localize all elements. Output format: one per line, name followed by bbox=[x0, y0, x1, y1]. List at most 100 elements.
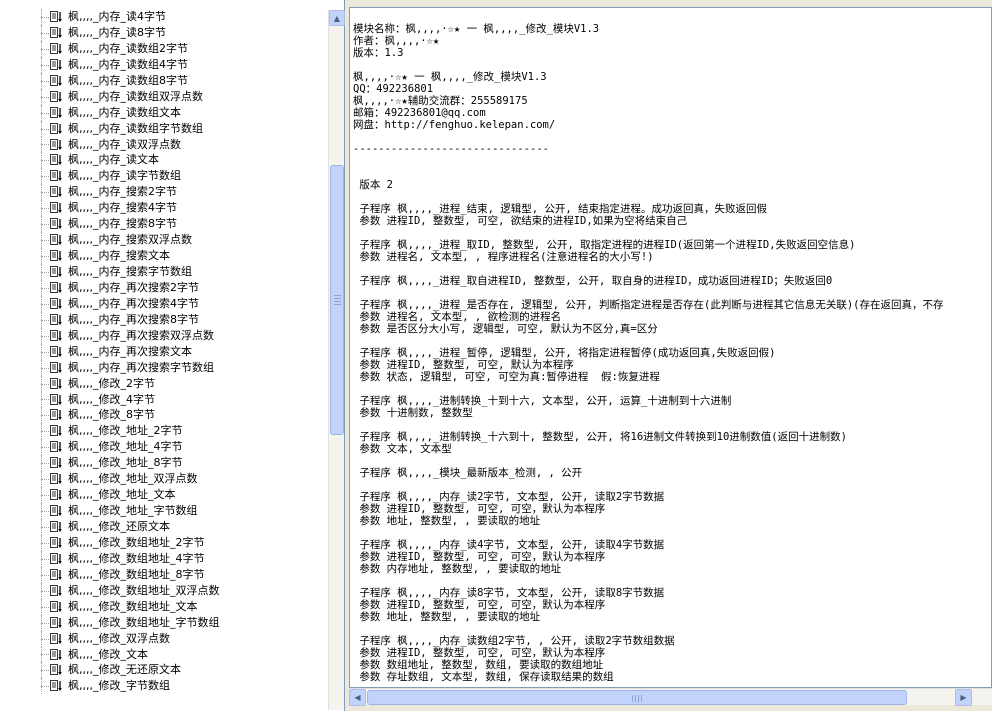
subroutine-doc-icon bbox=[50, 218, 62, 230]
text-line bbox=[353, 479, 991, 491]
tree-item-label: 枫,,,,_修改_数组地址_字节数组 bbox=[68, 615, 220, 629]
tree-item[interactable]: 枫,,,,_内存_读4字节 bbox=[0, 9, 328, 25]
function-tree-pane[interactable]: 枫,,,,_内存_读4字节 枫,,,,_内存_读8字节 枫,,,,_内存_读数组2字… bbox=[0, 0, 345, 711]
tree-item[interactable]: 枫,,,,_内存_搜索2字节 bbox=[0, 184, 328, 201]
tree-item[interactable]: 枫,,,,_修改_地址_字节数组 bbox=[0, 503, 328, 519]
subroutine-doc-icon bbox=[50, 489, 62, 501]
tree-item-label: 枫,,,,_修改_文本 bbox=[68, 647, 148, 661]
tree-item[interactable]: 枫,,,,_内存_搜索4字节 bbox=[0, 200, 328, 217]
tree-item-label: 枫,,,,_修改_地址_双浮点数 bbox=[68, 472, 198, 486]
tree-guide-branch bbox=[41, 447, 49, 449]
tree-item[interactable]: 枫,,,,_内存_读8字节 bbox=[0, 24, 328, 41]
tree-item[interactable]: 枫,,,,_内存_读数组2字节 bbox=[0, 40, 328, 57]
tree-item[interactable]: 枫,,,,_修改_文本 bbox=[0, 646, 328, 663]
tree-item[interactable]: 枫,,,,_修改_数组地址_字节数组 bbox=[0, 614, 328, 631]
tree-scroll-thumb[interactable] bbox=[330, 165, 344, 435]
tree-item[interactable]: 枫,,,,_内存_再次搜索4字节 bbox=[0, 295, 328, 312]
tree-guide-branch bbox=[41, 622, 49, 624]
subroutine-doc-icon bbox=[50, 361, 62, 373]
tree-item[interactable]: 枫,,,,_内存_读数组4字节 bbox=[0, 56, 328, 73]
tree-guide-branch bbox=[41, 271, 49, 273]
subroutine-doc-icon bbox=[50, 266, 62, 277]
subroutine-doc-icon bbox=[50, 616, 62, 628]
text-line: 子程序 枫,,,,_内存_读数组2字节, , 公开, 读取2字节数组数据 bbox=[353, 635, 675, 647]
subroutine-doc-icon bbox=[50, 473, 62, 485]
tree-item[interactable]: 枫,,,,_修改_8字节 bbox=[0, 407, 328, 424]
tree-item[interactable]: 枫,,,,_修改_地址_8字节 bbox=[0, 455, 328, 472]
chevron-right-icon: ▶ bbox=[960, 693, 967, 702]
tree-item-label: 枫,,,,_内存_搜索8字节 bbox=[68, 217, 177, 231]
tree-item[interactable]: 枫,,,,_内存_读数组文本 bbox=[0, 104, 328, 121]
text-line: 参数 进程名, 文本型, , 欲检测的进程名 bbox=[353, 311, 562, 323]
tree-item[interactable]: 枫,,,,_修改_地址_4字节 bbox=[0, 439, 328, 456]
tree-item[interactable]: 枫,,,,_内存_再次搜索8字节 bbox=[0, 311, 328, 328]
tree-item[interactable]: 枫,,,,_内存_搜索8字节 bbox=[0, 216, 328, 233]
text-line bbox=[353, 527, 991, 539]
tree-item[interactable]: 枫,,,,_修改_数组地址_2字节 bbox=[0, 534, 328, 551]
text-line: 子程序 枫,,,,_进制转换_十六到十, 整数型, 公开, 将16进制文件转换到… bbox=[353, 431, 847, 443]
tree-item-label: 枫,,,,_修改_数组地址_文本 bbox=[68, 599, 198, 613]
tree-item[interactable]: 枫,,,,_修改_2字节 bbox=[0, 375, 328, 392]
tree-item[interactable]: 枫,,,,_内存_搜索字节数组 bbox=[0, 264, 328, 280]
tree-item[interactable]: 枫,,,,_内存_再次搜索双浮点数 bbox=[0, 327, 328, 344]
text-line: 参数 是否区分大小写, 逻辑型, 可空, 默认为不区分,真=区分 bbox=[353, 323, 658, 335]
tree-item[interactable]: 枫,,,,_修改_地址_2字节 bbox=[0, 423, 328, 440]
text-line: 参数 进程ID, 整数型, 可空, 可空，默认为本程序 bbox=[353, 599, 606, 611]
tree-guide-branch bbox=[41, 686, 49, 688]
subroutine-doc-icon bbox=[50, 329, 62, 341]
tree-item[interactable]: 枫,,,,_修改_数组地址_8字节 bbox=[0, 566, 328, 583]
text-scroll-thumb[interactable] bbox=[367, 690, 907, 705]
tree-item[interactable]: 枫,,,,_内存_再次搜索字节数组 bbox=[0, 359, 328, 376]
text-line bbox=[353, 623, 991, 635]
tree-item[interactable]: 枫,,,,_内存_读数组双浮点数 bbox=[0, 88, 328, 105]
scroll-left-button[interactable]: ◀ bbox=[349, 689, 366, 706]
tree-item[interactable]: 枫,,,,_修改_字节数组 bbox=[0, 678, 328, 695]
text-line: QQ：492236801 bbox=[353, 83, 434, 95]
tree-item[interactable]: 枫,,,,_修改_双浮点数 bbox=[0, 630, 328, 647]
tree-item[interactable]: 枫,,,,_内存_读数组8字节 bbox=[0, 72, 328, 89]
scroll-up-button[interactable]: ▲ bbox=[329, 10, 345, 26]
tree-item-label: 枫,,,,_内存_读8字节 bbox=[68, 25, 166, 39]
subroutine-doc-icon bbox=[50, 457, 62, 469]
tree-guide-branch bbox=[41, 224, 49, 226]
subroutine-doc-icon bbox=[50, 600, 62, 612]
tree-item-label: 枫,,,,_内存_读数组文本 bbox=[68, 105, 181, 119]
tree-item-label: 枫,,,,_内存_再次搜索字节数组 bbox=[68, 360, 214, 374]
tree-item-label: 枫,,,,_修改_数组地址_2字节 bbox=[68, 535, 205, 549]
tree-guide-branch bbox=[41, 383, 49, 385]
tree-item[interactable]: 枫,,,,_内存_读双浮点数 bbox=[0, 136, 328, 153]
tree-item[interactable]: 枫,,,,_修改_地址_文本 bbox=[0, 487, 328, 504]
text-line: 参数 地址, 整数型, , 要读取的地址 bbox=[353, 515, 541, 527]
tree-guide-branch bbox=[41, 670, 49, 672]
tree-item[interactable]: 枫,,,,_内存_再次搜索2字节 bbox=[0, 279, 328, 296]
tree-item[interactable]: 枫,,,,_修改_数组地址_双浮点数 bbox=[0, 582, 328, 599]
tree-item[interactable]: 枫,,,,_修改_还原文本 bbox=[0, 519, 328, 535]
tree-item[interactable]: 枫,,,,_内存_搜索文本 bbox=[0, 248, 328, 264]
tree-item[interactable]: 枫,,,,_内存_搜索双浮点数 bbox=[0, 232, 328, 249]
scroll-right-button[interactable]: ▶ bbox=[955, 689, 972, 706]
tree-item[interactable]: 枫,,,,_修改_4字节 bbox=[0, 391, 328, 408]
tree-item[interactable]: 枫,,,,_修改_无还原文本 bbox=[0, 662, 328, 679]
tree-guide-branch bbox=[41, 590, 49, 592]
tree-guide-branch bbox=[41, 351, 49, 353]
text-line: 参数 进程名, 文本型, , 程序进程名(注意进程名的大小写!) bbox=[353, 251, 654, 263]
subroutine-doc-icon bbox=[50, 632, 62, 644]
function-tree-list[interactable]: 枫,,,,_内存_读4字节 枫,,,,_内存_读8字节 枫,,,,_内存_读数组2字… bbox=[0, 9, 328, 695]
tree-item-label: 枫,,,,_内存_搜索文本 bbox=[68, 249, 170, 263]
subroutine-doc-icon bbox=[50, 521, 62, 532]
tree-item[interactable]: 枫,,,,_内存_读字节数组 bbox=[0, 168, 328, 185]
text-horizontal-scrollbar[interactable]: ◀ ▶ bbox=[349, 688, 992, 706]
text-line bbox=[353, 575, 991, 587]
tree-item[interactable]: 枫,,,,_内存_读数组字节数组 bbox=[0, 120, 328, 137]
tree-vertical-scrollbar[interactable]: ▲ bbox=[328, 10, 345, 710]
module-info-text-area[interactable]: 模块名称：枫,,,,·☆★ 一 枫,,,,_修改_模块V1.3 作者：枫,,,,·… bbox=[349, 7, 992, 688]
tree-item[interactable]: 枫,,,,_修改_数组地址_4字节 bbox=[0, 550, 328, 567]
tree-item[interactable]: 枫,,,,_内存_读文本 bbox=[0, 152, 328, 169]
tree-item-label: 枫,,,,_内存_再次搜索8字节 bbox=[68, 312, 199, 326]
text-line bbox=[353, 263, 991, 275]
subroutine-doc-icon bbox=[50, 536, 62, 548]
tree-item-label: 枫,,,,_内存_搜索2字节 bbox=[68, 185, 177, 199]
tree-item[interactable]: 枫,,,,_修改_地址_双浮点数 bbox=[0, 471, 328, 488]
tree-item[interactable]: 枫,,,,_修改_数组地址_文本 bbox=[0, 598, 328, 615]
tree-item[interactable]: 枫,,,,_内存_再次搜索文本 bbox=[0, 343, 328, 360]
